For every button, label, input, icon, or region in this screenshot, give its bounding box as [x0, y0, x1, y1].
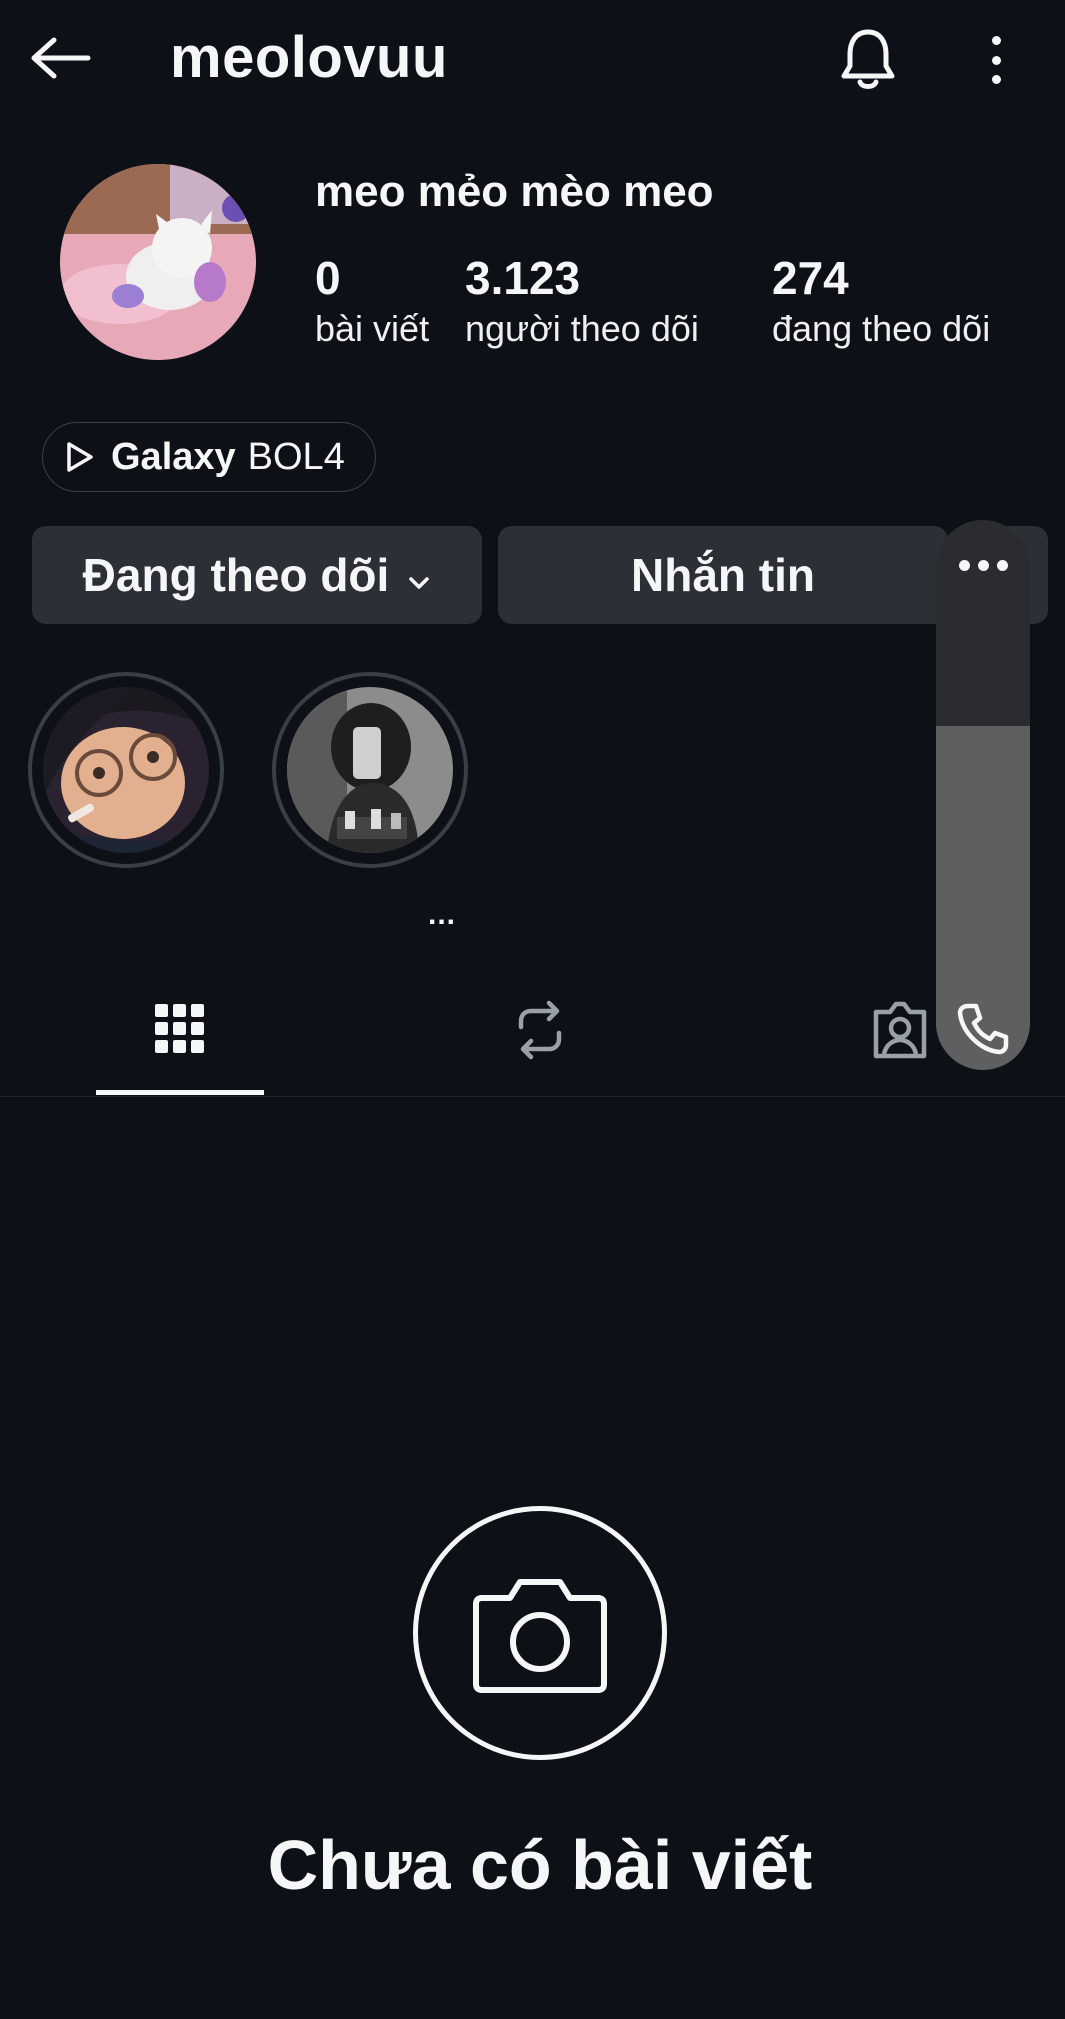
profile-music-pill[interactable]: Galaxy BOL4: [42, 422, 376, 492]
stat-followers[interactable]: 3.123 người theo dõi: [465, 250, 699, 352]
back-button[interactable]: [28, 30, 98, 86]
stat-following-label: đang theo dõi: [772, 308, 991, 349]
following-button[interactable]: Đang theo dõi: [32, 526, 482, 624]
tagged-person-icon: [873, 1001, 927, 1059]
tab-divider: [0, 1096, 1065, 1097]
floating-more-button[interactable]: [936, 520, 1030, 610]
following-button-label: Đang theo dõi: [82, 549, 390, 601]
stat-posts[interactable]: 0 bài viết: [315, 250, 429, 352]
story-highlight[interactable]: [272, 672, 468, 868]
stat-followers-label: người theo dõi: [465, 308, 699, 349]
avatar-image: [60, 164, 256, 360]
display-name: meo mẻo mèo meo: [315, 167, 714, 216]
stat-following[interactable]: 274 đang theo dõi: [772, 250, 990, 352]
active-tab-indicator: [96, 1090, 264, 1095]
bell-icon: [841, 29, 895, 89]
empty-state-text: Chưa có bài viết: [267, 1826, 813, 1904]
message-button[interactable]: Nhắn tin: [498, 526, 948, 624]
play-icon: [67, 442, 93, 472]
story-highlight[interactable]: [28, 672, 224, 868]
notifications-bell-button[interactable]: [838, 26, 898, 92]
stat-posts-value: 0: [315, 252, 341, 304]
kebab-dot: [991, 75, 1001, 84]
tab-tagged[interactable]: [850, 990, 950, 1070]
music-song-title: Galaxy: [111, 435, 236, 478]
call-button[interactable]: [954, 1000, 1012, 1058]
stat-posts-label: bài viết: [315, 308, 430, 349]
grid-icon: [155, 1004, 204, 1053]
more-dot: [977, 559, 989, 571]
profile-username-title: meolovuu: [170, 25, 448, 90]
camera-icon: [473, 1579, 607, 1693]
more-dot: [958, 559, 970, 571]
arrow-left-icon: [31, 37, 91, 79]
chevron-down-icon: [407, 548, 431, 602]
more-options-button[interactable]: [978, 30, 1014, 90]
tab-reposts[interactable]: [490, 990, 590, 1070]
highlight-image: [287, 687, 453, 853]
more-dot: [996, 559, 1008, 571]
empty-state-camera: [413, 1506, 667, 1760]
kebab-dot: [991, 36, 1001, 45]
message-button-label: Nhắn tin: [631, 549, 815, 601]
stat-followers-value: 3.123: [465, 252, 581, 304]
floating-assistant-bar[interactable]: [936, 520, 1030, 1070]
music-artist-name: BOL4: [247, 435, 345, 478]
kebab-dot: [991, 55, 1001, 65]
tab-posts-grid[interactable]: [130, 990, 230, 1070]
repost-icon: [518, 1000, 562, 1060]
highlight-more-indicator: ...: [428, 898, 457, 931]
phone-icon: [957, 1003, 1009, 1055]
highlight-image: [43, 687, 209, 853]
stat-following-value: 274: [772, 252, 849, 304]
profile-avatar[interactable]: [60, 164, 256, 360]
